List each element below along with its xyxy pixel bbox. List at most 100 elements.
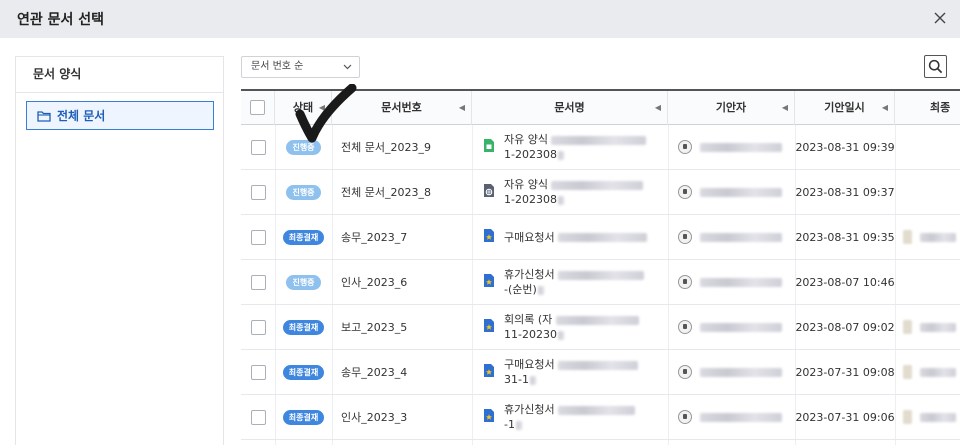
final-approver-avatar	[903, 410, 912, 424]
redacted-text	[515, 420, 522, 430]
table-row[interactable]: 최종결재 송무_2023_7 구매요청서 2023-08-31 09:35	[241, 215, 960, 260]
avatar	[678, 275, 692, 289]
doc-name-cell[interactable]: 자유 양식 1-202308	[472, 170, 668, 214]
drafter-cell	[668, 125, 795, 169]
drafter-cell	[668, 305, 795, 349]
column-drafter-label: 기안자	[715, 101, 747, 114]
draft-date: 2023-07-31 09:06	[795, 410, 895, 424]
row-checkbox[interactable]	[250, 364, 266, 380]
redacted-drafter	[700, 187, 782, 197]
doc-name-line2: 31-1	[504, 373, 529, 386]
drafter-cell	[668, 260, 795, 304]
folder-label: 전체 문서	[57, 109, 106, 123]
draft-date: 2023-08-31 09:35	[795, 230, 895, 244]
folder-all-documents[interactable]: 전체 문서	[26, 101, 214, 130]
status-badge: 최종결재	[282, 409, 325, 425]
doc-number-cell: 전체 문서_2023_8	[332, 170, 472, 214]
avatar	[678, 185, 692, 199]
row-checkbox-cell	[241, 260, 275, 304]
sort-icon: ◀	[781, 103, 788, 112]
doc-name-cell[interactable]: 자유 양식 1-202308	[472, 125, 668, 169]
doc-number: 전체 문서_2023_8	[341, 186, 431, 199]
table-row[interactable]: 진행중 인사_2023_6 휴가신청서 -(순번) 2023-08-07 10:46	[241, 260, 960, 305]
table-row[interactable]: 최종결재 송무_2023_4 구매요청서 31-1 2023-07-31 09:08	[241, 350, 960, 395]
close-icon[interactable]	[930, 8, 950, 28]
doc-number: 보고_2023_5	[341, 321, 408, 334]
row-checkbox[interactable]	[250, 229, 266, 245]
final-cell	[895, 125, 960, 169]
redacted-text	[558, 360, 639, 370]
status-badge: 진행중	[286, 274, 321, 290]
column-drafter[interactable]: 기안자 ◀	[668, 91, 795, 125]
row-checkbox[interactable]	[250, 409, 266, 425]
redacted-text	[551, 135, 647, 145]
row-checkbox[interactable]	[250, 139, 266, 155]
form-tree-panel: 문서 양식 전체 문서	[15, 56, 224, 445]
redacted-text	[529, 375, 536, 385]
search-button[interactable]	[924, 55, 947, 78]
doc-name-cell[interactable]: 휴가신청서 -1	[472, 395, 668, 439]
column-draft-date[interactable]: 기안일시 ◀	[795, 91, 895, 125]
redacted-final-approver	[920, 322, 956, 332]
sort-icon: ◀	[458, 103, 465, 112]
doc-name-cell[interactable]: 구매요청서	[472, 215, 668, 259]
doc-number-cell: 송무_2023_4	[332, 350, 472, 394]
doc-name-cell[interactable]: 휴가신청서 -(순번)	[472, 260, 668, 304]
row-checkbox[interactable]	[250, 319, 266, 335]
final-approver-avatar	[903, 320, 912, 334]
column-doc-name-label: 문서명	[554, 101, 585, 114]
draft-date: 2023-08-07 09:02	[795, 320, 895, 334]
row-checkbox[interactable]	[250, 274, 266, 290]
drafter-cell	[668, 350, 795, 394]
doc-name-line2: 11-20230	[504, 328, 557, 341]
sort-select[interactable]: 문서 번호 순	[241, 56, 360, 78]
drafter-cell	[668, 170, 795, 214]
redacted-text	[557, 150, 564, 160]
sort-icon: ◀	[654, 103, 661, 112]
redacted-text	[558, 270, 645, 280]
star-doc-icon	[483, 273, 495, 291]
star-doc-icon	[483, 318, 495, 336]
doc-number: 인사_2023_6	[341, 276, 408, 289]
doc-name-line2: 1-202308	[504, 148, 557, 161]
draft-date: 2023-08-31 09:37	[795, 185, 895, 199]
final-approver-avatar	[903, 365, 912, 379]
doc-name-line1: 휴가신청서	[504, 268, 555, 281]
doc-name-cell[interactable]: 구매요청서 31-1	[472, 350, 668, 394]
status-cell: 최종결재	[275, 395, 332, 439]
table-row[interactable]: 최종결재 인사_2023_3 휴가신청서 -1 2023-07-31 09:06	[241, 395, 960, 440]
doc-number: 송무_2023_7	[341, 231, 408, 244]
doc-number-cell: 보고_2023_5	[332, 305, 472, 349]
column-doc-name[interactable]: 문서명 ◀	[472, 91, 668, 125]
row-checkbox[interactable]	[250, 184, 266, 200]
final-cell	[895, 260, 960, 304]
row-checkbox-cell	[241, 395, 275, 439]
doc-name-cell[interactable]: 회의록 (자 11-20230	[472, 305, 668, 349]
final-cell	[895, 170, 960, 214]
avatar	[678, 410, 692, 424]
status-cell: 최종결재	[275, 305, 332, 349]
drafter-cell	[668, 395, 795, 439]
column-final[interactable]: 최종	[895, 91, 960, 125]
doc-name-line2: 1-202308	[504, 193, 557, 206]
row-checkbox-cell	[241, 215, 275, 259]
final-cell	[895, 305, 960, 349]
row-checkbox-cell	[241, 125, 275, 169]
table-row[interactable]: 진행중 전체 문서_2023_8 자유 양식 1-202308 2023-08-31 …	[241, 170, 960, 215]
row-checkbox-cell	[241, 170, 275, 214]
draft-date: 2023-08-31 09:39	[795, 140, 895, 154]
doc-name-line2: -1	[504, 418, 515, 431]
status-cell: 최종결재	[275, 350, 332, 394]
select-all-checkbox[interactable]	[250, 100, 265, 115]
globe-doc-icon	[483, 183, 495, 201]
avatar	[678, 365, 692, 379]
star-doc-icon	[483, 408, 495, 426]
dialog-titlebar: 연관 문서 선택	[0, 0, 960, 38]
table-row[interactable]: 최종결재 보고_2023_5 회의록 (자 11-20230 2023-08-07 0…	[241, 305, 960, 350]
doc-name-line1: 자유 양식	[504, 178, 548, 191]
doc-number-cell: 송무_2023_7	[332, 215, 472, 259]
redacted-text	[555, 315, 639, 325]
redacted-text	[551, 180, 644, 190]
column-draft-date-label: 기안일시	[824, 101, 865, 114]
status-cell: 최종결재	[275, 215, 332, 259]
